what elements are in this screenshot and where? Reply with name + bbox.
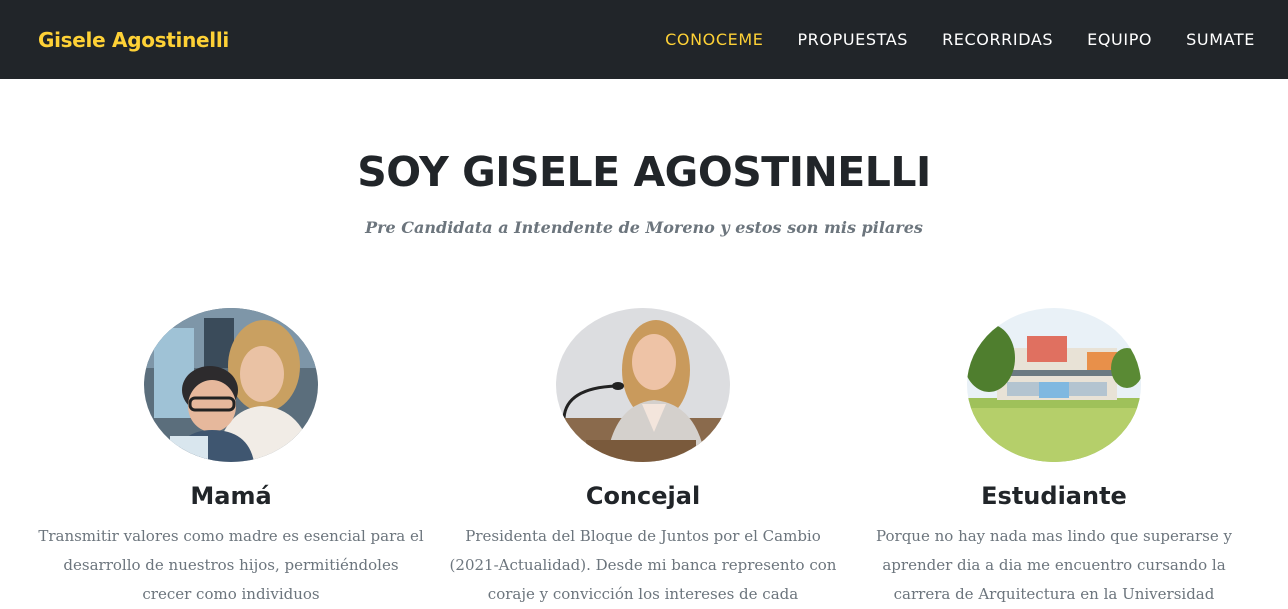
pillar-concejal: Concejal Presidenta del Bloque de Juntos…	[443, 308, 843, 609]
pillar-title: Mamá	[190, 482, 272, 510]
top-navbar: Gisele Agostinelli CONOCEME PROPUESTAS R…	[0, 0, 1288, 79]
pillar-description: Porque no hay nada mas lindo que superar…	[876, 527, 1232, 603]
brand-logo-link[interactable]: Gisele Agostinelli	[38, 28, 229, 52]
page-title: SOY GISELE AGOSTINELLI	[357, 148, 931, 196]
pillar-title: Estudiante	[981, 482, 1127, 510]
nav-link-sumate[interactable]: SUMATE	[1186, 30, 1255, 49]
nav-link-propuestas[interactable]: PROPUESTAS	[797, 30, 908, 49]
nav-link-conoceme[interactable]: CONOCEME	[665, 30, 763, 49]
university-campus-photo	[967, 308, 1141, 462]
pillar-description: Transmitir valores como madre es esencia…	[38, 527, 424, 603]
pillar-mama: Mamá Transmitir valores como madre es es…	[31, 308, 431, 609]
pillar-description: Presidenta del Bloque de Juntos por el C…	[449, 527, 837, 603]
pillar-title: Concejal	[585, 482, 701, 510]
council-member-photo	[556, 308, 730, 462]
pillar-estudiante: Estudiante Porque no hay nada mas lindo …	[854, 308, 1254, 609]
mother-and-son-photo	[144, 308, 318, 462]
nav-menu: CONOCEME PROPUESTAS RECORRIDAS EQUIPO SU…	[665, 30, 1255, 49]
nav-link-recorridas[interactable]: RECORRIDAS	[942, 30, 1053, 49]
nav-link-equipo[interactable]: EQUIPO	[1087, 30, 1152, 49]
page-subtitle: Pre Candidata a Intendente de Moreno y e…	[365, 218, 923, 237]
